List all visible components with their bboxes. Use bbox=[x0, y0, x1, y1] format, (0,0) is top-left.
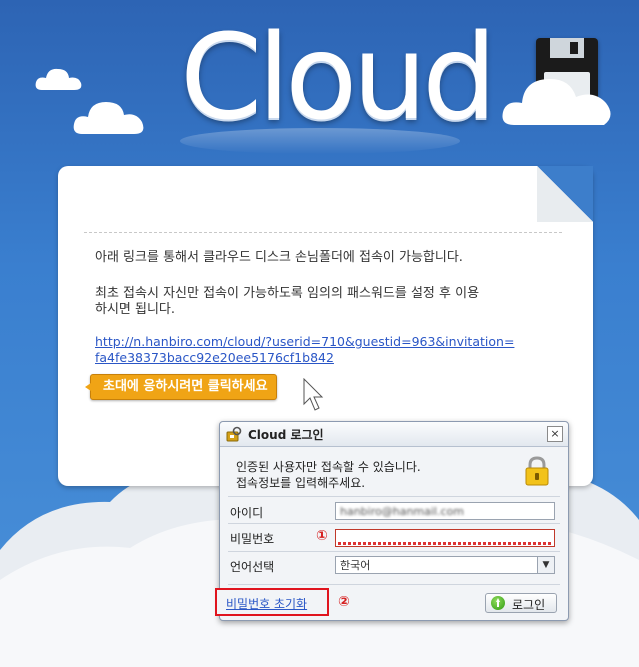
cloud-icon bbox=[35, 68, 82, 90]
login-button-label: 로그인 bbox=[512, 598, 546, 612]
divider bbox=[228, 584, 560, 585]
id-label: 아이디 bbox=[230, 506, 264, 520]
id-value: hanbiro@hanmail.com bbox=[340, 505, 464, 518]
info-text: 아래 링크를 통해서 클라우드 디스크 손님폴더에 접속이 가능합니다. bbox=[95, 250, 463, 265]
id-field[interactable]: hanbiro@hanmail.com bbox=[335, 502, 555, 520]
tooltip-text: 초대에 응하시려면 클릭하세요 bbox=[103, 379, 268, 394]
dialog-title: Cloud 로그인 bbox=[248, 428, 324, 442]
password-label: 비밀번호 bbox=[230, 532, 275, 546]
cloud-icon bbox=[73, 102, 144, 134]
hero-title: Cloud bbox=[180, 8, 497, 146]
divider bbox=[228, 523, 560, 524]
cursor-icon bbox=[303, 378, 324, 411]
language-value: 한국어 bbox=[340, 559, 371, 572]
click-tooltip[interactable]: 초대에 응하시려면 클릭하세요 bbox=[85, 374, 277, 400]
invitation-link[interactable]: fa4fe38373bacc92e20ee5176cf1b842 bbox=[95, 350, 334, 365]
reset-password-link[interactable]: 비밀번호 초기화 bbox=[226, 595, 307, 612]
divider bbox=[228, 551, 560, 552]
cloud-icon bbox=[502, 78, 611, 125]
language-select[interactable]: 한국어 ▼ bbox=[335, 556, 555, 574]
language-label: 언어선택 bbox=[230, 560, 275, 574]
key-icon bbox=[226, 426, 242, 442]
notice-text: 인증된 사용자만 접속할 수 있습니다. bbox=[236, 460, 421, 474]
divider bbox=[228, 496, 560, 497]
title-reflection bbox=[180, 128, 460, 154]
reset-password-highlight: 비밀번호 초기화 bbox=[215, 588, 329, 616]
login-icon bbox=[491, 596, 505, 610]
password-field[interactable] bbox=[335, 529, 555, 547]
divider bbox=[84, 232, 562, 233]
notice-text: 접속정보를 입력해주세요. bbox=[236, 476, 366, 490]
invitation-screen: Cloud 아래 링크를 통해서 클라우드 디스크 손님폴더에 접속이 가능합니… bbox=[0, 0, 639, 667]
info-text: 하시면 됩니다. bbox=[95, 302, 176, 317]
login-button[interactable]: 로그인 bbox=[485, 593, 557, 613]
close-icon[interactable]: × bbox=[547, 426, 563, 442]
invitation-link[interactable]: http://n.hanbiro.com/cloud/?userid=710&g… bbox=[95, 334, 514, 349]
spellcheck-underline bbox=[338, 542, 552, 545]
chevron-down-icon[interactable]: ▼ bbox=[537, 557, 554, 573]
dialog-titlebar[interactable]: Cloud 로그인 × bbox=[220, 422, 568, 447]
marker-1: ① bbox=[316, 528, 328, 544]
page-fold bbox=[537, 166, 593, 222]
marker-2: ② bbox=[338, 594, 350, 610]
lock-icon bbox=[525, 456, 549, 486]
